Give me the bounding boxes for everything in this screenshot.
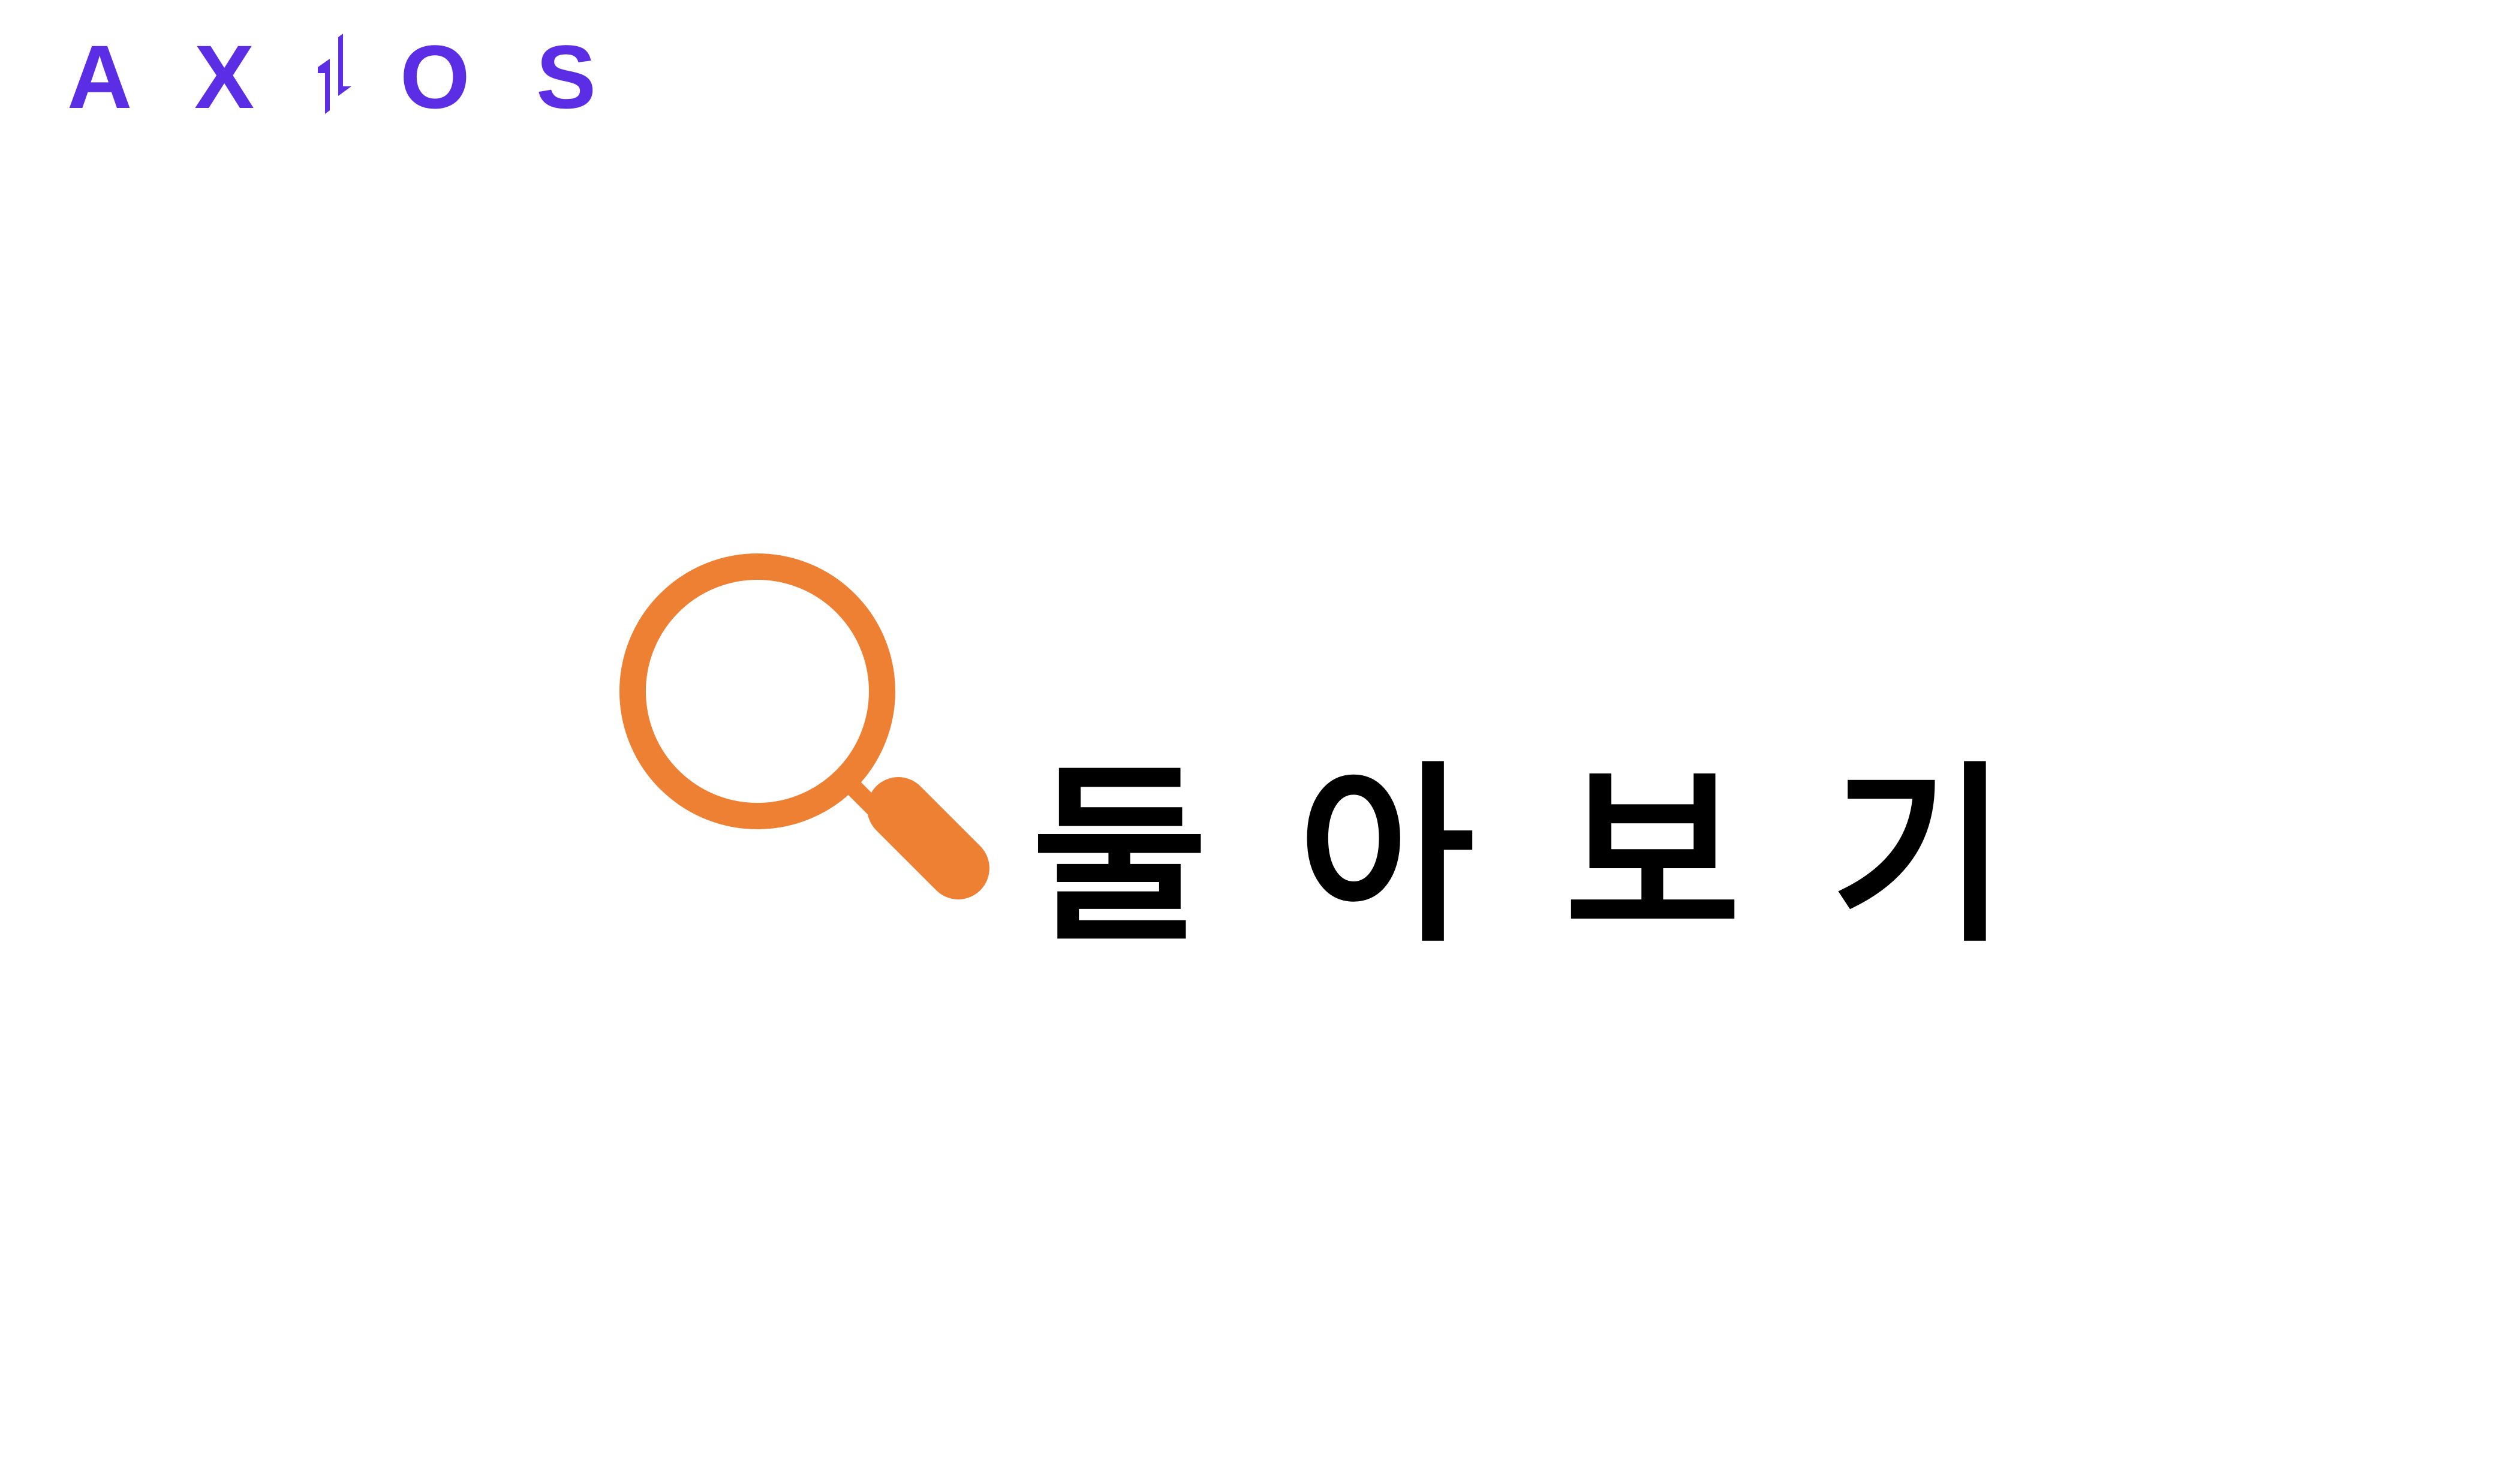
title-char-3: 보 — [1564, 745, 1741, 969]
explore-title: 둘 아 보 기 — [1031, 745, 2008, 969]
magnifying-glass-handle — [867, 777, 989, 899]
title-char-4: 기 — [1831, 745, 2008, 969]
title-char-1: 둘 — [1031, 745, 1208, 969]
magnifying-glass-lens — [619, 553, 895, 829]
title-char-2: 아 — [1298, 745, 1475, 969]
explore-section: 둘 아 보 기 — [0, 0, 2512, 1484]
magnifying-glass-icon — [610, 544, 994, 928]
